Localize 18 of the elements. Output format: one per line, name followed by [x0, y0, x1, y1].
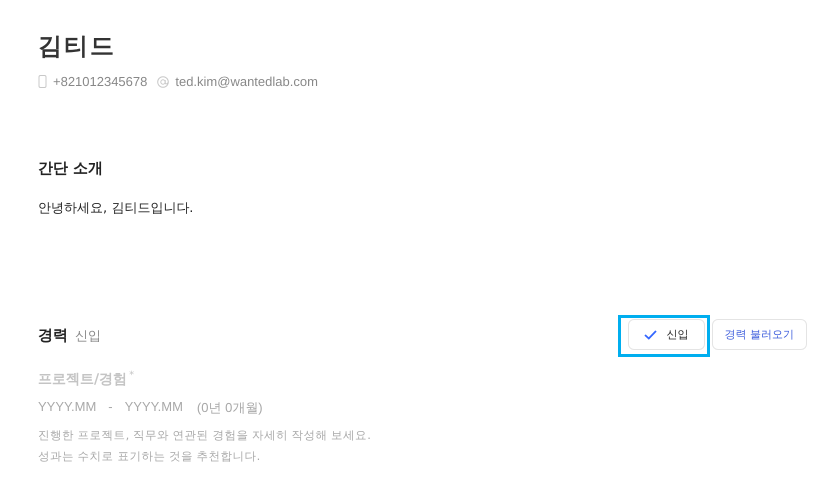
start-date-field[interactable]: YYYY.MM [38, 398, 96, 417]
email-address: ted.kim@wantedlab.com [175, 74, 318, 89]
section-title: 경력 [38, 324, 68, 346]
email-icon [157, 76, 170, 88]
project-title-field[interactable]: 프로젝트/경험 [38, 372, 128, 388]
end-date-field[interactable]: YYYY.MM [124, 398, 183, 417]
duration-text: (0년 0개월) [196, 398, 263, 417]
phone-icon [38, 75, 47, 88]
date-separator: - [108, 398, 113, 416]
intro-text: 안녕하세요, 김티드입니다. [38, 200, 194, 218]
required-mark: * [129, 370, 134, 381]
profile-name: 김티드 [38, 31, 117, 62]
section-title: 간단 소개 [38, 158, 104, 179]
career-status: 신입 [75, 328, 101, 344]
new-grad-toggle[interactable]: 신입 [628, 319, 704, 350]
phone-number: +821012345678 [53, 74, 148, 89]
import-career-button[interactable]: 경력 불러오기 [712, 319, 807, 350]
description-field[interactable]: 진행한 프로젝트, 직무와 연관된 경험을 자세히 작성해 보세요. 성과는 수치로 표기하는 것을 추천합니다. [38, 424, 807, 467]
